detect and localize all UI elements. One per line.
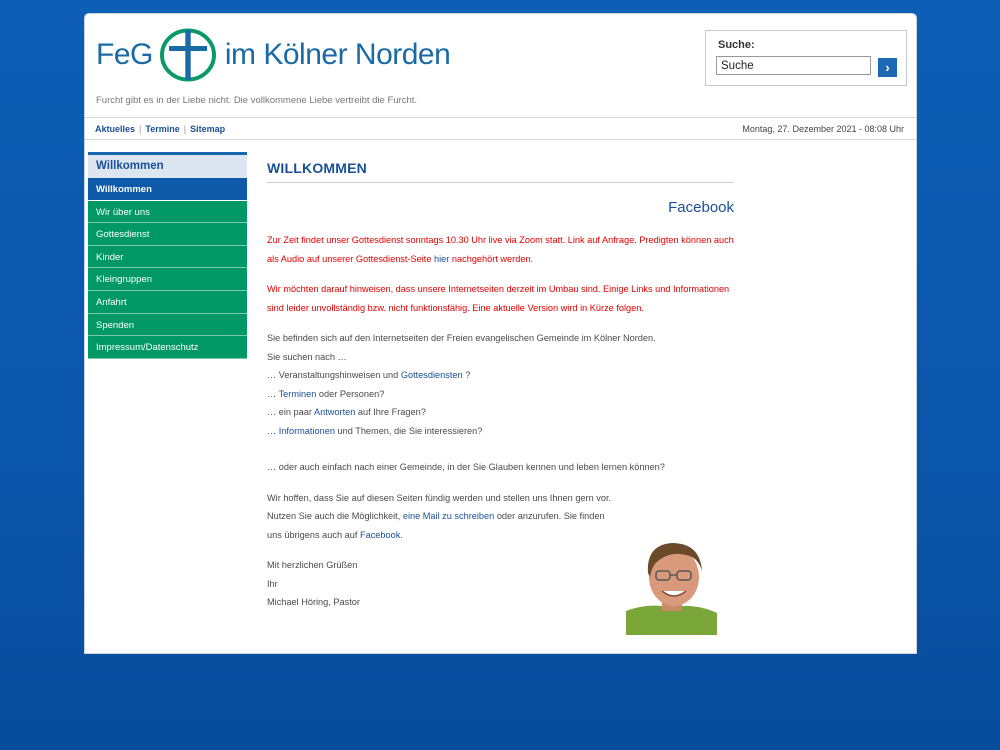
terminen-link[interactable]: Terminen xyxy=(279,389,317,399)
site-logo[interactable]: FeG im Kölner Norden xyxy=(96,28,451,82)
question-1-text: … Veranstaltungshinweisen und xyxy=(267,370,401,380)
informationen-link[interactable]: Informationen xyxy=(279,426,335,436)
intro-text: Sie befinden sich auf den Internetseiten… xyxy=(267,329,734,440)
pastor-photo xyxy=(626,533,717,635)
search-label: Suche: xyxy=(718,39,755,51)
search-input[interactable] xyxy=(716,56,871,75)
chevron-right-icon: › xyxy=(885,60,890,75)
intro-line-2: Sie suchen nach … xyxy=(267,351,347,362)
question-1-end: ? xyxy=(462,370,471,380)
nav-link-sitemap[interactable]: Sitemap xyxy=(190,124,225,134)
page-title: WILLKOMMEN xyxy=(267,160,734,183)
nav-separator: | xyxy=(183,124,187,134)
current-date: Montag, 27. Dezember 2021 - 08:08 Uhr xyxy=(742,124,904,134)
gottesdiensten-link[interactable]: Gottesdiensten xyxy=(401,370,463,380)
sidebar-item-wir-ueber-uns[interactable]: Wir über uns xyxy=(88,200,247,224)
sidebar-heading: Willkommen xyxy=(88,152,247,178)
closing-line-2-end: oder anzurufen. Sie finden xyxy=(494,511,605,521)
sidebar-nav: Willkommen Willkommen Wir über uns Gotte… xyxy=(88,152,247,359)
sidebar-item-spenden[interactable]: Spenden xyxy=(88,313,247,337)
search-submit-button[interactable]: › xyxy=(878,58,897,77)
search-box: Suche: › xyxy=(705,30,907,86)
sidebar-item-impressum[interactable]: Impressum/Datenschutz xyxy=(88,336,247,359)
notice-umbau: Wir möchten darauf hinweisen, dass unser… xyxy=(267,284,730,313)
notice-zoom: Zur Zeit findet unser Gottesdienst sonnt… xyxy=(267,231,734,268)
question-4-end: und Themen, die Sie interessieren? xyxy=(334,425,483,436)
closing-line-2: Nutzen Sie auch die Möglichkeit, xyxy=(267,511,403,521)
sidebar-item-anfahrt[interactable]: Anfahrt xyxy=(88,290,247,314)
nav-link-termine[interactable]: Termine xyxy=(145,124,179,134)
nav-separator: | xyxy=(139,124,142,134)
gottesdienst-audio-link[interactable]: hier xyxy=(434,254,449,264)
facebook-link-top[interactable]: Facebook xyxy=(267,199,734,216)
sidebar-item-willkommen[interactable]: Willkommen xyxy=(88,178,247,201)
facebook-link-inline[interactable]: Facebook xyxy=(360,530,400,540)
facebook-link[interactable]: Facebook xyxy=(668,199,734,216)
notice-zoom-text-end: nachgehört werden. xyxy=(449,253,534,264)
question-3-end: auf Ihre Fragen? xyxy=(355,407,426,417)
mail-link[interactable]: eine Mail zu schreiben xyxy=(403,511,494,521)
sidebar-item-gottesdienst[interactable]: Gottesdienst xyxy=(88,223,247,246)
top-nav-bar: Aktuelles | Termine | Sitemap Montag, 27. De… xyxy=(85,117,916,140)
logo-location-text: im Kölner Norden xyxy=(224,38,451,71)
cross-logo-icon xyxy=(159,28,216,82)
tagline: Furcht gibt es in der Liebe nicht. Die v… xyxy=(96,95,418,106)
question-3-text: … ein paar xyxy=(267,407,314,417)
question-4-text: … xyxy=(267,425,279,436)
sidebar-item-kinder[interactable]: Kinder xyxy=(88,245,247,269)
closing-line-3: uns übrigens auch auf xyxy=(267,529,360,540)
closing-line-3-end: . xyxy=(400,529,403,540)
page-container: FeG im Kölner Norden Furcht gibt es in d… xyxy=(84,13,917,654)
sidebar-item-kleingruppen[interactable]: Kleingruppen xyxy=(88,268,247,291)
greeting-line-2: Ihr xyxy=(267,578,278,589)
antworten-link[interactable]: Antworten xyxy=(314,407,355,417)
intro-line-1: Sie befinden sich auf den Internetseiten… xyxy=(267,333,656,343)
greeting-line-1: Mit herzlichen Grüßen xyxy=(267,560,358,570)
logo-feg-text: FeG xyxy=(96,38,153,71)
question-2-end: oder Personen? xyxy=(316,388,385,399)
question-5: … oder auch einfach nach einer Gemeinde,… xyxy=(267,462,665,472)
top-nav-links: Aktuelles | Termine | Sitemap xyxy=(95,124,225,134)
closing-line-1: Wir hoffen, dass Sie auf diesen Seiten f… xyxy=(267,492,612,503)
question-2-text: … xyxy=(267,388,279,399)
nav-link-aktuelles[interactable]: Aktuelles xyxy=(95,124,135,134)
pastor-name: Michael Höring, Pastor xyxy=(267,597,360,607)
